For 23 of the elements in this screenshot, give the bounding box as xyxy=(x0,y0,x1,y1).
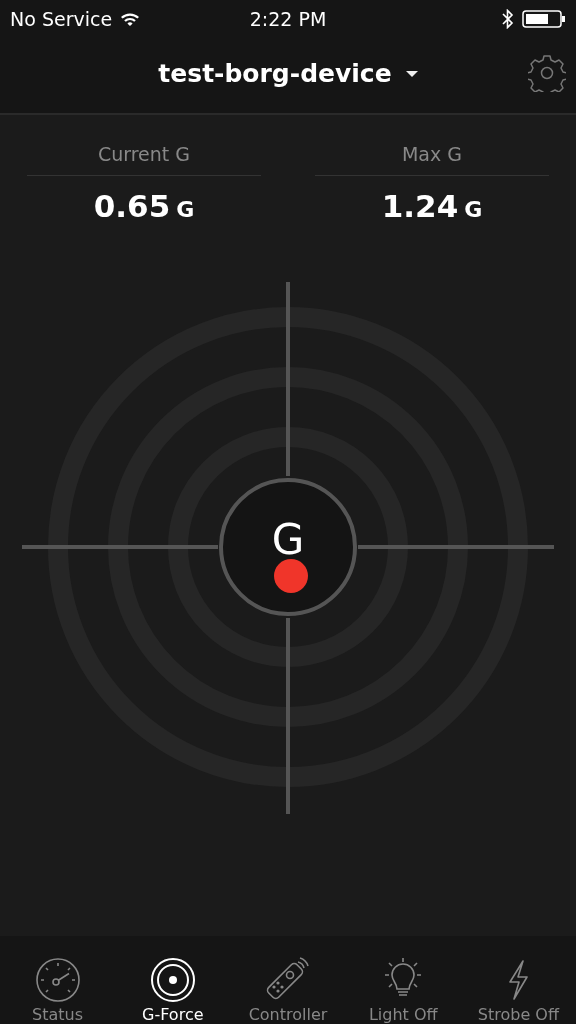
stat-value: 0.65 xyxy=(93,188,171,224)
unit-label: G xyxy=(464,197,483,222)
device-selector[interactable]: test-borg-device xyxy=(158,59,418,88)
settings-icon[interactable] xyxy=(528,54,566,92)
tab-item[interactable]: Light Off xyxy=(345,936,461,1024)
stat-value: 1.24 xyxy=(381,188,459,224)
stat-label: Max G xyxy=(315,143,549,176)
clock-time: 2:22 PM xyxy=(249,8,327,30)
caret-icon xyxy=(405,69,418,78)
unit-label: G xyxy=(176,197,195,222)
battery-icon xyxy=(522,9,566,29)
tab-item[interactable]: G-Force xyxy=(115,936,231,1024)
tab-item[interactable]: Controller xyxy=(230,936,346,1024)
wifi-icon xyxy=(120,11,141,27)
carrier-name: No Service xyxy=(10,8,113,30)
gauge-icon xyxy=(34,957,81,1003)
target-icon xyxy=(149,957,196,1003)
stat-label: Current G xyxy=(27,143,261,176)
center-label: G xyxy=(271,515,305,564)
tab-item[interactable]: Strobe Off xyxy=(460,936,576,1024)
g-force-dot xyxy=(274,559,308,593)
tab-item[interactable]: Status xyxy=(0,936,116,1024)
bluetooth-icon xyxy=(502,9,514,29)
